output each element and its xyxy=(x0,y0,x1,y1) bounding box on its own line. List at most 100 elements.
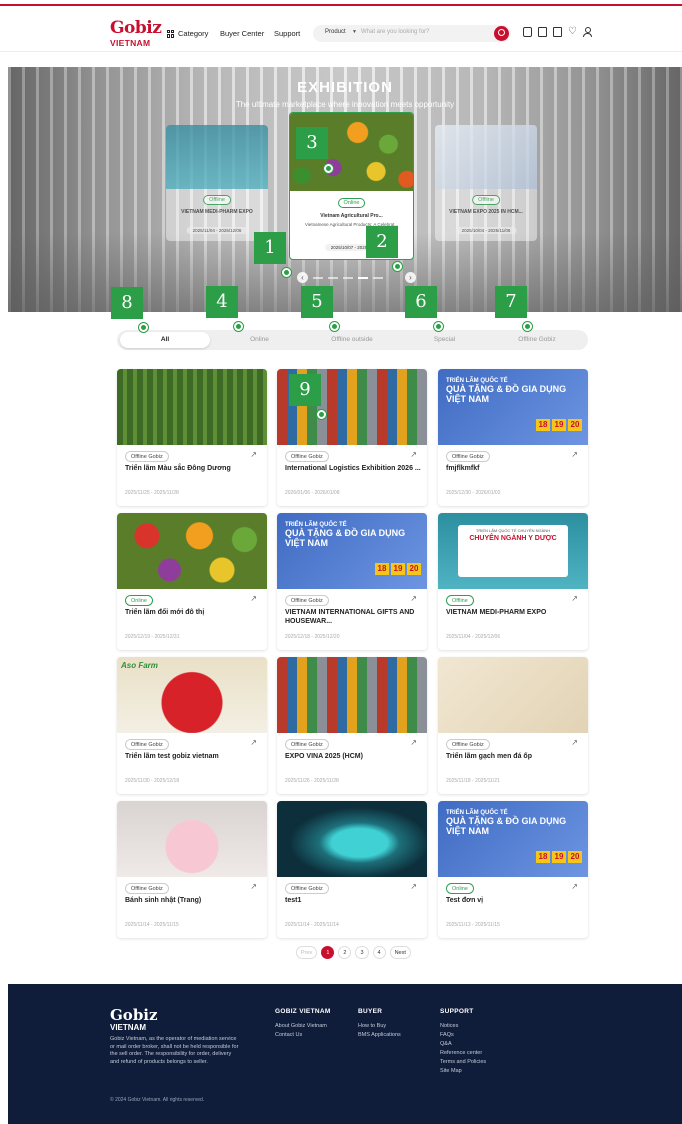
caret-down-icon[interactable]: ▼ xyxy=(352,29,357,35)
footer-link-sitemap[interactable]: Site Map xyxy=(440,1067,486,1076)
footer-link-how-to-buy[interactable]: How to Buy xyxy=(358,1022,401,1031)
arrow-up-right-icon[interactable]: ↗ xyxy=(410,594,417,603)
footer-link-terms[interactable]: Terms and Policies xyxy=(440,1058,486,1067)
card-title: VIETNAM INTERNATIONAL GIFTS AND HOUSEWAR… xyxy=(285,609,415,625)
card-tag: Offline Gobiz xyxy=(125,451,169,462)
card-tag: Offline Gobiz xyxy=(285,883,329,894)
card-image xyxy=(117,513,267,589)
arrow-up-right-icon[interactable]: ↗ xyxy=(410,738,417,747)
arrow-up-right-icon[interactable]: ↗ xyxy=(250,882,257,891)
chat-icon[interactable] xyxy=(523,27,532,37)
exhibition-card[interactable]: Offline Gobiz ↗ Bánh sinh nhật (Trang) 2… xyxy=(117,801,267,938)
card-date: 2025/11/14 - 2025/11/14 xyxy=(285,922,339,928)
card-date: 2025/11/26 - 2025/11/28 xyxy=(285,778,339,784)
banner-headline: QUÀ TẶNG & ĐỒ GIA DỤNG VIỆT NAM xyxy=(446,384,567,404)
chevron-right-icon[interactable]: › xyxy=(405,272,416,283)
footer-column-gobiz: GOBIZ VIETNAM About Gobiz Vietnam Contac… xyxy=(275,1008,331,1040)
arrow-up-right-icon[interactable]: ↗ xyxy=(571,738,578,747)
footer-logo-country: VIETNAM xyxy=(110,1023,146,1032)
bag-icon[interactable] xyxy=(538,27,547,37)
arrow-up-right-icon[interactable]: ↗ xyxy=(250,594,257,603)
carousel-dot[interactable] xyxy=(328,277,338,279)
exhibition-card[interactable]: Offline Gobiz ↗ test1 2025/11/14 - 2025/… xyxy=(277,801,427,938)
exhibition-card[interactable]: TRIỂN LÃM QUỐC TẾ QUÀ TẶNG & ĐỒ GIA DỤNG… xyxy=(277,513,427,650)
footer-link-qa[interactable]: Q&A xyxy=(440,1040,486,1049)
arrow-up-right-icon[interactable]: ↗ xyxy=(410,450,417,459)
card-tag: Offline Gobiz xyxy=(446,451,490,462)
logo-wordmark: Gobiz xyxy=(110,18,162,38)
annotation-pin-7 xyxy=(523,322,532,331)
carousel-dot-active[interactable] xyxy=(358,277,368,279)
card-image xyxy=(438,657,588,733)
user-icon[interactable] xyxy=(583,27,592,37)
page-button[interactable]: 2 xyxy=(338,945,352,959)
footer-logo-wordmark: Gobiz xyxy=(110,1006,158,1024)
card-title: test1 xyxy=(285,897,302,904)
card-title: International Logistics Exhibition 2026 … xyxy=(285,465,421,472)
exhibition-card[interactable]: Offline Gobiz ↗ Triển lãm gạch men đá ốp… xyxy=(438,657,588,794)
exhibition-card[interactable]: TRIỂN LÃM QUỐC TẾ QUÀ TẶNG & ĐỒ GIA DỤNG… xyxy=(438,801,588,938)
arrow-up-right-icon[interactable]: ↗ xyxy=(571,450,578,459)
search-scope-select[interactable]: Product xyxy=(325,29,346,35)
carousel-dot[interactable] xyxy=(343,277,353,279)
page-button-current[interactable]: 1 xyxy=(321,945,335,959)
exhibition-card[interactable]: Aso Farm Offline Gobiz ↗ Triển lãm test … xyxy=(117,657,267,794)
arrow-up-right-icon[interactable]: ↗ xyxy=(571,594,578,603)
card-date: 2025/11/25 - 2025/11/28 xyxy=(125,490,179,496)
annotation-marker-9: 9 xyxy=(289,374,321,406)
tab-special[interactable]: Special xyxy=(402,330,487,350)
banner-day: 20 xyxy=(407,563,421,575)
footer-logo[interactable]: Gobiz VIETNAM xyxy=(110,1006,158,1032)
footer-link-notices[interactable]: Notices xyxy=(440,1022,486,1031)
document-icon[interactable] xyxy=(553,27,562,37)
footer-link-about[interactable]: About Gobiz Vietnam xyxy=(275,1022,331,1031)
exhibition-card[interactable]: TRIỂN LÃM QUỐC TẾ CHUYÊN NGÀNH CHUYÊN NG… xyxy=(438,513,588,650)
search-input[interactable]: What are you looking for? xyxy=(361,29,429,35)
tab-online[interactable]: Online xyxy=(217,330,302,350)
annotation-marker-7: 7 xyxy=(495,286,527,318)
footer-link-faqs[interactable]: FAQs xyxy=(440,1031,486,1040)
search-button[interactable] xyxy=(494,26,509,41)
card-title: Triển lãm đổi mới đô thị xyxy=(125,609,205,616)
arrow-up-right-icon[interactable]: ↗ xyxy=(571,882,578,891)
tab-offline-gobiz[interactable]: Offline Gobiz xyxy=(492,330,582,350)
footer-link-reference[interactable]: Reference center xyxy=(440,1049,486,1058)
heart-icon[interactable]: ♡ xyxy=(568,27,577,37)
arrow-up-right-icon[interactable]: ↗ xyxy=(250,738,257,747)
gobiz-logo[interactable]: Gobiz VIETNAM xyxy=(110,18,162,50)
carousel-dot[interactable] xyxy=(313,277,323,279)
chevron-left-icon[interactable]: ‹ xyxy=(297,272,308,283)
carousel-slide-left[interactable]: Offline VIETNAM MEDI-PHARM EXPO 2025/11/… xyxy=(166,125,268,241)
arrow-up-right-icon[interactable]: ↗ xyxy=(410,882,417,891)
card-image: TRIỂN LÃM QUỐC TẾ QUÀ TẶNG & ĐỒ GIA DỤNG… xyxy=(438,369,588,445)
exhibition-card[interactable]: Offline Gobiz ↗ EXPO VINA 2025 (HCM) 202… xyxy=(277,657,427,794)
nav-category[interactable]: Category xyxy=(167,29,208,38)
carousel-controls: ‹ › xyxy=(297,272,417,284)
page-button[interactable]: 4 xyxy=(372,945,386,959)
tab-all[interactable]: All xyxy=(120,332,210,348)
exhibition-card[interactable]: TRIỂN LÃM QUỐC TẾ QUÀ TẶNG & ĐỒ GIA DỤNG… xyxy=(438,369,588,506)
arrow-up-right-icon[interactable]: ↗ xyxy=(250,450,257,459)
tab-offline-outside[interactable]: Offline outside xyxy=(307,330,397,350)
annotation-marker-5: 5 xyxy=(301,286,333,318)
nav-buyer-center[interactable]: Buyer Center xyxy=(220,29,264,38)
prev-page-button[interactable]: Prev xyxy=(296,945,318,959)
exhibition-card[interactable]: Offline Gobiz ↗ Triển lãm Màu sắc Đông D… xyxy=(117,369,267,506)
carousel-dot[interactable] xyxy=(373,277,383,279)
pagination: Prev 1 2 3 4 Next xyxy=(296,945,411,959)
nav-support[interactable]: Support xyxy=(274,29,300,38)
card-image xyxy=(277,801,427,877)
banner-day: 19 xyxy=(552,419,566,431)
exhibition-card[interactable]: Online ↗ Triển lãm đổi mới đô thị 2025/1… xyxy=(117,513,267,650)
footer-link-contact[interactable]: Contact Us xyxy=(275,1031,331,1040)
annotation-pin-1 xyxy=(282,268,291,277)
card-date: 2025/11/13 - 2025/11/15 xyxy=(446,922,500,928)
banner-day: 19 xyxy=(552,851,566,863)
slide-image xyxy=(166,125,268,189)
page-button[interactable]: 3 xyxy=(355,945,369,959)
logo-country: VIETNAM xyxy=(110,38,151,48)
next-page-button[interactable]: Next xyxy=(389,945,411,959)
footer-link-bms[interactable]: BMS Applications xyxy=(358,1031,401,1040)
carousel-slide-right[interactable]: Offline VIETNAM EXPO 2025 IN HCM... 2025… xyxy=(435,125,537,241)
card-tag: Offline Gobiz xyxy=(125,739,169,750)
